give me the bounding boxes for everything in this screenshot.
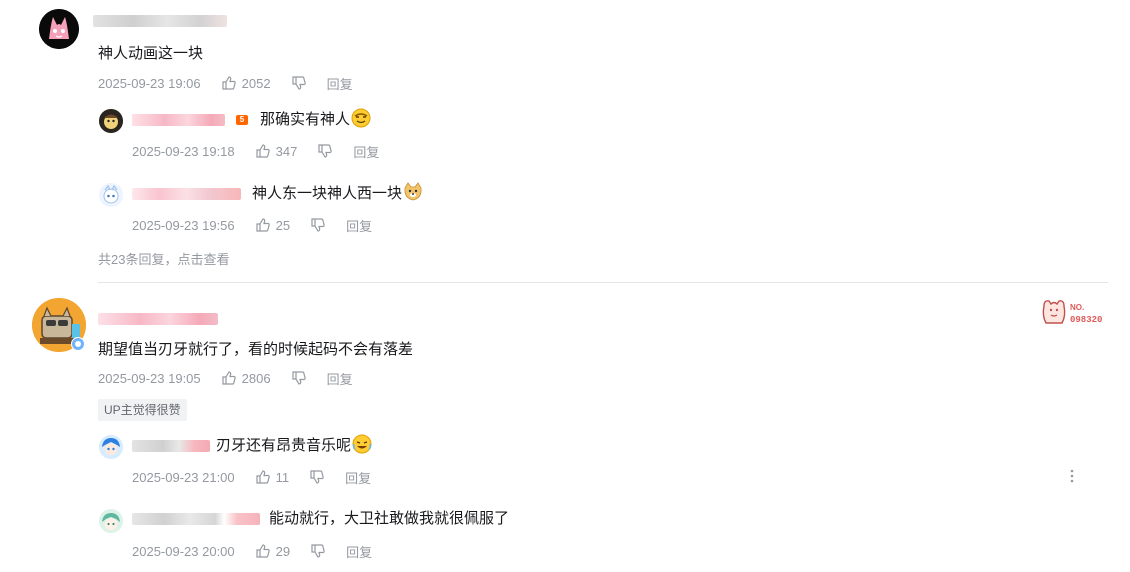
- like-count: 29: [275, 543, 291, 559]
- thumb-up-icon: [256, 144, 270, 158]
- reply-button[interactable]: 回复: [327, 369, 353, 388]
- like-button[interactable]: 29: [255, 543, 290, 559]
- like-count: 11: [275, 469, 290, 485]
- reply-text-content: 那确实有神人: [260, 111, 351, 128]
- fan-badge-no: NO.: [1070, 303, 1084, 312]
- reply-text: 那确实有神人: [260, 108, 371, 130]
- dislike-button[interactable]: [310, 217, 326, 233]
- reply-button[interactable]: 回复: [346, 216, 372, 235]
- avatar-image: [39, 9, 79, 49]
- comment-date: 2025-09-23 19:05: [98, 370, 201, 386]
- like-button[interactable]: 25: [255, 217, 290, 233]
- more-vertical-icon[interactable]: [1066, 469, 1078, 485]
- thumb-down-icon: [291, 371, 306, 385]
- laughing-crying-icon: [352, 434, 372, 454]
- reply-text: 能动就行，大卫社敢做我就很佩服了: [269, 510, 510, 527]
- level-badge: 5: [236, 115, 248, 125]
- reply-avatar[interactable]: [99, 109, 123, 133]
- dislike-button[interactable]: [291, 75, 307, 91]
- like-count: 2806: [241, 370, 271, 386]
- like-button[interactable]: 2806: [221, 370, 271, 386]
- avatar-image: [99, 435, 123, 459]
- reply-meta: 2025-09-23 19:18 347 回复: [132, 142, 379, 160]
- dislike-button[interactable]: [317, 143, 333, 159]
- thumb-down-icon: [311, 544, 325, 558]
- thumb-up-icon: [222, 76, 236, 90]
- reply-username-blurred[interactable]: [132, 188, 241, 200]
- thumb-down-icon: [318, 144, 333, 158]
- thumb-down-icon: [311, 218, 325, 232]
- reply-meta: 2025-09-23 21:00 11 回复: [132, 468, 371, 486]
- avatar[interactable]: [39, 9, 79, 49]
- comment-divider: [98, 282, 1108, 283]
- reply-username-blurred[interactable]: [132, 513, 260, 525]
- username-blurred[interactable]: [98, 313, 218, 325]
- like-count: 2052: [241, 75, 271, 91]
- avatar-image: [99, 509, 123, 533]
- username-blurred[interactable]: [93, 15, 227, 27]
- like-button[interactable]: 11: [255, 469, 290, 485]
- smug-face-icon: [351, 108, 371, 128]
- thumb-down-icon: [291, 76, 306, 90]
- reply-avatar[interactable]: [99, 435, 123, 459]
- reply-button[interactable]: 回复: [353, 142, 379, 161]
- avatar-image: [99, 183, 123, 207]
- avatar-image: [99, 109, 123, 133]
- thumb-up-icon: [256, 470, 270, 484]
- view-all-replies-link[interactable]: 共23条回复，点击查看: [98, 249, 229, 268]
- thumb-up-icon: [222, 371, 236, 385]
- comment-text: 神人动画这一块: [98, 45, 204, 62]
- comment-meta: 2025-09-23 19:05 2806 回复: [98, 369, 353, 387]
- reply-meta: 2025-09-23 20:00 29 回复: [132, 542, 372, 560]
- reply-button[interactable]: 回复: [345, 468, 371, 487]
- reply-avatar[interactable]: [99, 509, 123, 533]
- reply-date: 2025-09-23 19:18: [132, 143, 235, 159]
- reply-button[interactable]: 回复: [346, 542, 372, 561]
- reply-avatar[interactable]: [99, 183, 123, 207]
- fan-badge-icon: NO. 098320: [1042, 300, 1102, 325]
- dislike-button[interactable]: [310, 543, 326, 559]
- dislike-button[interactable]: [309, 469, 325, 485]
- doge-icon: [404, 182, 422, 201]
- comment-text: 期望值当刃牙就行了，看的时候起码不会有落差: [98, 341, 414, 358]
- reply-meta: 2025-09-23 19:56 25 回复: [132, 216, 372, 234]
- reply-button[interactable]: 回复: [327, 74, 353, 93]
- reply-username-blurred[interactable]: [132, 114, 225, 126]
- like-button[interactable]: 347: [255, 143, 298, 159]
- reply-date: 2025-09-23 21:00: [132, 469, 235, 485]
- up-liked-tag: UP主觉得很赞: [98, 399, 187, 421]
- like-count: 347: [275, 143, 298, 159]
- reply-date: 2025-09-23 19:56: [132, 217, 235, 233]
- fan-badge-number: 098320: [1070, 315, 1102, 325]
- verified-icon: [71, 337, 85, 351]
- like-button[interactable]: 2052: [221, 75, 271, 91]
- comment-meta: 2025-09-23 19:06 2052 回复: [98, 74, 353, 92]
- thumb-down-icon: [310, 470, 324, 484]
- thumb-up-icon: [256, 544, 270, 558]
- reply-text: 刃牙还有昂贵音乐呢: [216, 434, 372, 456]
- thumb-up-icon: [256, 218, 270, 232]
- like-count: 25: [275, 217, 291, 233]
- comment-date: 2025-09-23 19:06: [98, 75, 201, 91]
- reply-date: 2025-09-23 20:00: [132, 543, 235, 559]
- reply-text-content: 刃牙还有昂贵音乐呢: [216, 437, 352, 454]
- reply-username-blurred[interactable]: [132, 440, 210, 452]
- reply-text: 神人东一块神人西一块: [252, 182, 423, 204]
- dislike-button[interactable]: [291, 370, 307, 386]
- reply-text-content: 神人东一块神人西一块: [252, 185, 403, 202]
